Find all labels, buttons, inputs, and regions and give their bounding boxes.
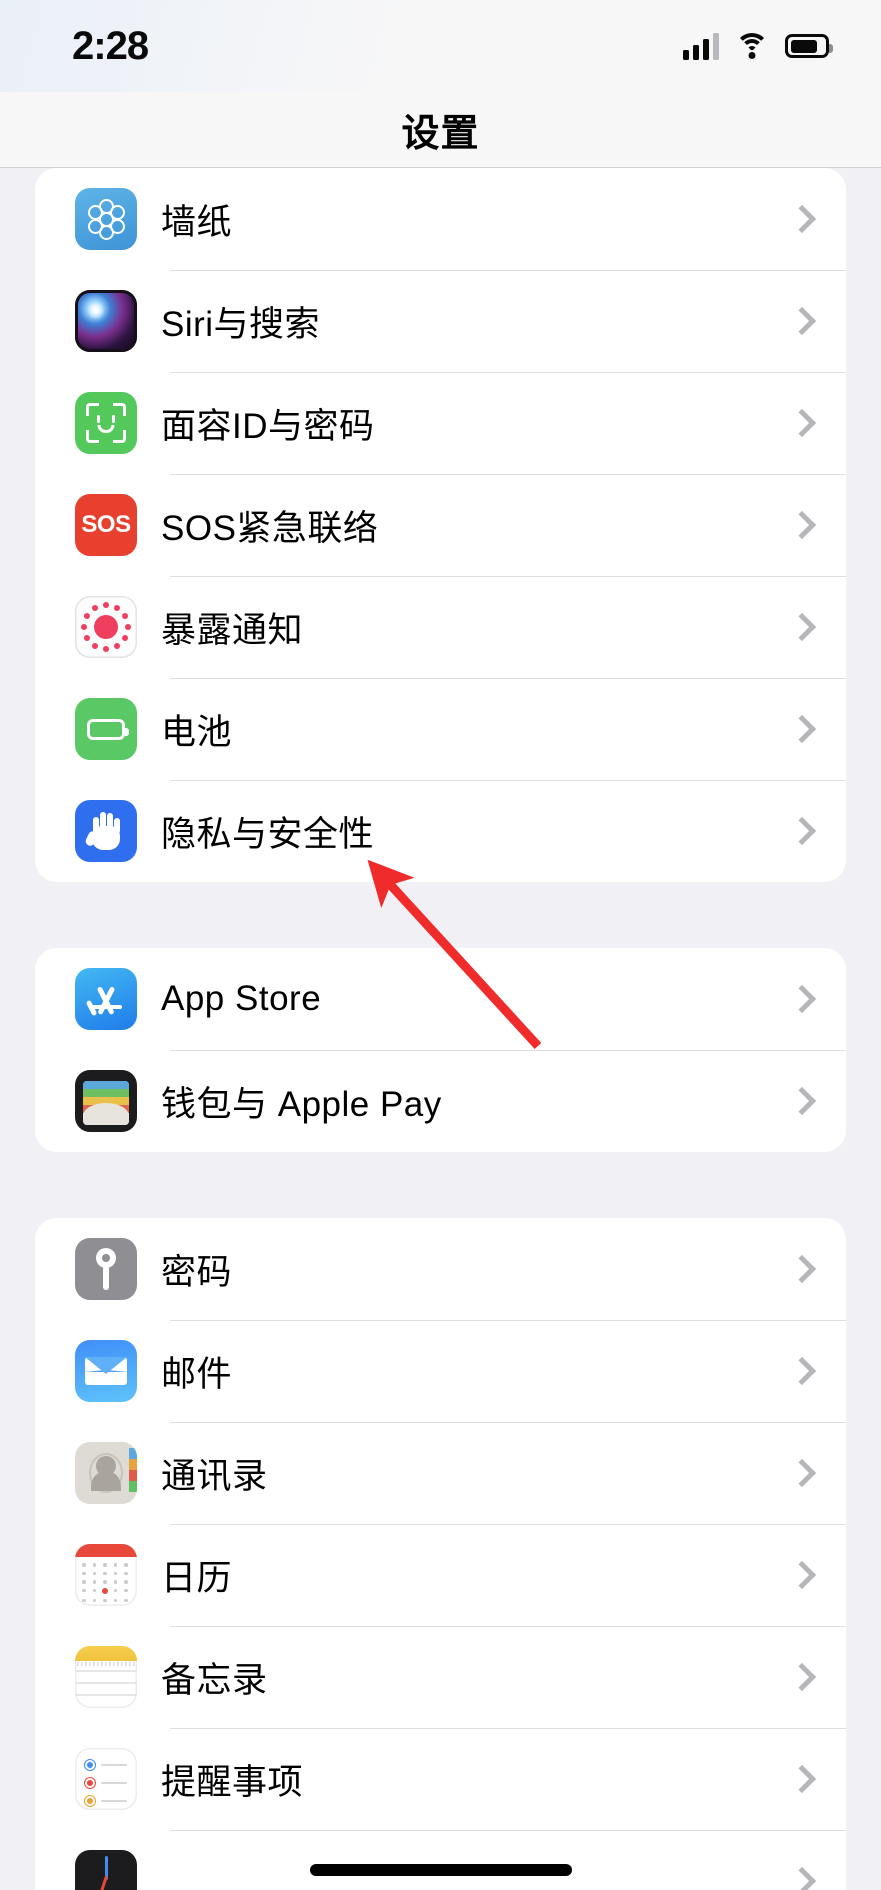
settings-row-label: 日历 <box>161 1558 233 1598</box>
privacy-hand-icon <box>75 800 137 862</box>
mail-icon <box>75 1340 137 1402</box>
cellular-signal-icon <box>683 32 719 60</box>
settings-row-calendar[interactable]: 日历 <box>35 1524 846 1626</box>
settings-row-battery[interactable]: 电池 <box>35 678 846 780</box>
page-title: 设置 <box>401 113 480 155</box>
chevron-right-icon <box>792 712 812 746</box>
chevron-right-icon <box>792 610 812 644</box>
face-id-icon <box>75 392 137 454</box>
settings-row-clock[interactable] <box>35 1830 846 1890</box>
settings-row-label: App Store <box>161 979 322 1018</box>
settings-group-apps: 密码 邮件 通讯录 日历 备忘录 提醒事项 <box>35 1218 846 1890</box>
chevron-right-icon <box>792 814 812 848</box>
settings-row-label: 备忘录 <box>161 1660 268 1700</box>
settings-row-wallpaper[interactable]: 墙纸 <box>35 168 846 270</box>
siri-icon <box>75 290 137 352</box>
chevron-right-icon <box>792 1456 812 1490</box>
exposure-notifications-icon <box>75 596 137 658</box>
chevron-right-icon <box>792 1354 812 1388</box>
passwords-key-icon <box>75 1238 137 1300</box>
settings-row-label: Siri与搜索 <box>161 304 321 344</box>
chevron-right-icon <box>792 1864 812 1890</box>
nav-bar: 设置 <box>0 92 881 168</box>
settings-row-passwords[interactable]: 密码 <box>35 1218 846 1320</box>
settings-row-label: 暴露通知 <box>161 610 304 650</box>
settings-row-siri[interactable]: Siri与搜索 <box>35 270 846 372</box>
chevron-right-icon <box>792 406 812 440</box>
chevron-right-icon <box>792 1558 812 1592</box>
clock-icon <box>75 1850 137 1890</box>
settings-row-contacts[interactable]: 通讯录 <box>35 1422 846 1524</box>
settings-group-store: App Store 钱包与 Apple Pay <box>35 948 846 1152</box>
settings-row-label: 电池 <box>161 712 233 752</box>
home-indicator <box>309 1864 572 1876</box>
settings-row-app-store[interactable]: App Store <box>35 948 846 1050</box>
chevron-right-icon <box>792 1762 812 1796</box>
chevron-right-icon <box>792 982 812 1016</box>
status-bar: 2:28 <box>0 0 881 92</box>
settings-group-system: 墙纸 Siri与搜索 面容ID与密码 SOS SOS紧急联络 暴露通知 电池 隐… <box>35 168 846 882</box>
settings-row-label: 钱包与 Apple Pay <box>161 1084 442 1124</box>
chevron-right-icon <box>792 1252 812 1286</box>
settings-row-label: 通讯录 <box>161 1456 268 1496</box>
settings-row-label: 面容ID与密码 <box>161 406 375 446</box>
settings-row-exposure-notifications[interactable]: 暴露通知 <box>35 576 846 678</box>
app-store-icon <box>75 968 137 1030</box>
settings-row-label: 邮件 <box>161 1354 233 1394</box>
settings-row-label: 墙纸 <box>161 202 233 242</box>
settings-row-sos[interactable]: SOS SOS紧急联络 <box>35 474 846 576</box>
chevron-right-icon <box>792 202 812 236</box>
settings-row-mail[interactable]: 邮件 <box>35 1320 846 1422</box>
battery-icon <box>785 34 833 58</box>
settings-row-label: 隐私与安全性 <box>161 814 375 854</box>
settings-row-privacy-security[interactable]: 隐私与安全性 <box>35 780 846 882</box>
settings-row-wallet-apple-pay[interactable]: 钱包与 Apple Pay <box>35 1050 846 1152</box>
status-bar-indicators <box>683 32 833 60</box>
settings-row-label: SOS紧急联络 <box>161 508 379 548</box>
notes-icon <box>75 1646 137 1708</box>
contacts-icon <box>75 1442 137 1504</box>
settings-row-reminders[interactable]: 提醒事项 <box>35 1728 846 1830</box>
reminders-icon <box>75 1748 137 1810</box>
settings-scroll-view[interactable]: 墙纸 Siri与搜索 面容ID与密码 SOS SOS紧急联络 暴露通知 电池 隐… <box>0 168 881 1890</box>
wallpaper-icon <box>75 188 137 250</box>
chevron-right-icon <box>792 304 812 338</box>
wallet-icon <box>75 1070 137 1132</box>
chevron-right-icon <box>792 1660 812 1694</box>
settings-row-face-id[interactable]: 面容ID与密码 <box>35 372 846 474</box>
settings-row-label: 密码 <box>161 1252 233 1292</box>
sos-icon: SOS <box>75 494 137 556</box>
calendar-icon <box>75 1544 137 1606</box>
status-bar-time: 2:28 <box>72 24 149 68</box>
settings-row-notes[interactable]: 备忘录 <box>35 1626 846 1728</box>
chevron-right-icon <box>792 1084 812 1118</box>
chevron-right-icon <box>792 508 812 542</box>
wifi-icon <box>735 33 769 59</box>
battery-settings-icon <box>75 698 137 760</box>
iphone-settings-screen: 2:28 设置 墙纸 Siri与搜索 面容ID与密码 SOS SOS紧急联络 暴… <box>0 0 881 1890</box>
settings-row-label: 提醒事项 <box>161 1762 304 1802</box>
